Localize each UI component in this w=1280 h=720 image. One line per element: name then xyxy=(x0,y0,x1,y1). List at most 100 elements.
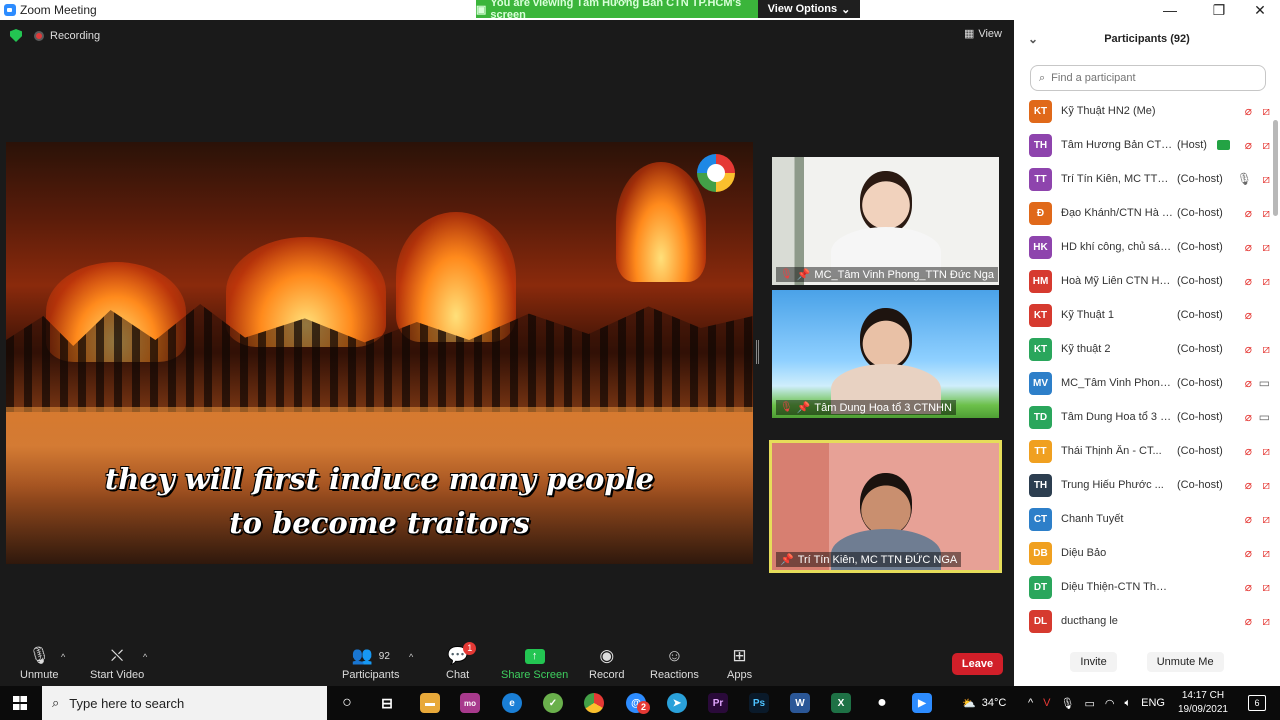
mic-muted-icon[interactable]: ⌀ xyxy=(1245,342,1252,356)
video-off-icon[interactable]: ⧄ xyxy=(1262,206,1270,221)
photoshop-icon[interactable]: Ps xyxy=(749,693,769,713)
participant-row[interactable]: KT Kỹ thuật 2 (Co-host) ⌀ ⧄ xyxy=(1014,332,1270,366)
view-options-button[interactable]: View Options ⌄ xyxy=(758,0,860,18)
participant-row[interactable]: DT Diệu Thiện-CTN Thanh Hoá ⌀ ⧄ xyxy=(1014,570,1270,604)
participant-search[interactable]: ⌕ xyxy=(1030,65,1266,91)
mic-muted-icon[interactable]: ⌀ xyxy=(1245,410,1252,424)
video-off-icon[interactable]: ⧄ xyxy=(1262,444,1270,459)
maximize-button[interactable]: ❐ xyxy=(1199,0,1239,20)
video-on-icon[interactable]: ▭ xyxy=(1259,410,1270,424)
mic-muted-icon[interactable]: ⌀ xyxy=(1245,274,1252,288)
mic-muted-icon[interactable]: ⌀ xyxy=(1245,376,1252,390)
microphone-icon[interactable]: 🎙︎ xyxy=(1061,697,1075,710)
battery-icon[interactable]: ▭ xyxy=(1084,697,1094,710)
invite-button[interactable]: Invite xyxy=(1070,652,1117,672)
wifi-icon[interactable]: ◠ xyxy=(1105,697,1115,710)
unmute-button[interactable]: 🎙︎ Unmute xyxy=(20,646,59,681)
mic-muted-icon[interactable]: ⌀ xyxy=(1245,478,1252,492)
encryption-shield-icon[interactable] xyxy=(10,29,22,42)
participant-row[interactable]: Đ Đạo Khánh/CTN Hà Nội (Co-host) ⌀ ⧄ xyxy=(1014,196,1270,230)
video-off-icon[interactable]: ⧄ xyxy=(1262,478,1270,493)
video-off-icon[interactable]: ⧄ xyxy=(1262,580,1270,595)
chat-button[interactable]: 💬 1 Chat xyxy=(446,642,477,681)
clock[interactable]: 14:17 CH 19/09/2021 xyxy=(1178,689,1228,717)
mic-muted-icon[interactable]: ⌀ xyxy=(1245,546,1252,560)
search-input[interactable] xyxy=(1051,72,1252,84)
video-off-icon[interactable]: ⧄ xyxy=(1262,342,1270,357)
participants-options-caret[interactable]: ^ xyxy=(409,652,413,662)
participant-row[interactable]: TT Trí Tín Kiên, MC TTN Đ... (Co-host) 🎙︎ ⧄ xyxy=(1014,162,1270,196)
notification-center-icon[interactable]: 6 xyxy=(1248,695,1266,711)
chrome-icon[interactable] xyxy=(584,693,604,713)
chevron-down-icon[interactable]: ⌄ xyxy=(1028,32,1038,46)
participant-row[interactable]: CT Chanh Tuyết ⌀ ⧄ xyxy=(1014,502,1270,536)
video-off-icon[interactable]: ⧄ xyxy=(1262,614,1270,629)
mic-muted-icon[interactable]: ⌀ xyxy=(1245,138,1252,152)
taskbar-search[interactable]: ⌕ Type here to search xyxy=(42,686,327,720)
video-tile[interactable]: 🎙 📌 MC_Tâm Vinh Phong_TTN Đức Nga xyxy=(772,157,999,285)
participant-row[interactable]: HK HD khí công, chủ sám t... (Co-host) ⌀ ⧄ xyxy=(1014,230,1270,264)
zoom-taskbar-icon[interactable]: ▶ xyxy=(912,693,932,713)
start-video-button[interactable]: ⛌ Start Video xyxy=(90,646,144,681)
windows-start-icon[interactable] xyxy=(13,696,27,710)
video-off-icon[interactable]: ⧄ xyxy=(1262,172,1270,187)
close-button[interactable]: ✕ xyxy=(1240,0,1280,20)
participant-row[interactable]: TT Thái Thịnh Ấn - CT... (Co-host) ⌀ ⧄ xyxy=(1014,434,1270,468)
participant-row[interactable]: HM Hoà Mỹ Liên CTN Hà Nội (Co-host) ⌀ ⧄ xyxy=(1014,264,1270,298)
reactions-button[interactable]: ☺ Reactions xyxy=(650,646,699,681)
video-off-icon[interactable]: ⧄ xyxy=(1262,138,1270,153)
mic-muted-icon[interactable]: ⌀ xyxy=(1245,104,1252,118)
minimize-button[interactable]: — xyxy=(1150,0,1190,20)
video-off-icon[interactable]: ⧄ xyxy=(1262,546,1270,561)
participants-button[interactable]: 👥 92 Participants xyxy=(342,646,399,681)
participant-row[interactable]: DB Diệu Bảo ⌀ ⧄ xyxy=(1014,536,1270,570)
unmute-me-button[interactable]: Unmute Me xyxy=(1146,652,1224,672)
mic-muted-icon[interactable]: ⌀ xyxy=(1245,580,1252,594)
scrollbar[interactable] xyxy=(1273,120,1278,216)
view-button[interactable]: ▦ View xyxy=(964,27,1002,41)
participant-row[interactable]: DL ducthang le ⌀ ⧄ xyxy=(1014,604,1270,638)
video-off-icon[interactable]: ⧄ xyxy=(1262,104,1270,119)
file-explorer-icon[interactable]: ▬ xyxy=(420,693,440,713)
chevron-up-icon[interactable]: ^ xyxy=(1028,697,1033,709)
volume-icon[interactable]: 🔈︎ xyxy=(1125,697,1132,710)
widgets-icon[interactable]: ⊟ xyxy=(377,693,397,713)
participant-row[interactable]: KT Kỹ Thuật 1 (Co-host) ⌀ xyxy=(1014,298,1270,332)
video-off-icon[interactable]: ⧄ xyxy=(1262,274,1270,289)
app-icon[interactable]: ✓ xyxy=(543,693,563,713)
audio-options-caret[interactable]: ^ xyxy=(61,652,65,662)
video-off-icon[interactable]: ⧄ xyxy=(1262,240,1270,255)
participant-row[interactable]: TD Tâm Dung Hoa tổ 3 CT... (Co-host) ⌀ ▭ xyxy=(1014,400,1270,434)
mic-muted-icon[interactable]: ⌀ xyxy=(1245,308,1252,322)
excel-icon[interactable]: X xyxy=(831,693,851,713)
language-indicator[interactable]: ENG xyxy=(1141,697,1165,709)
telegram-icon[interactable]: ➤ xyxy=(667,693,687,713)
mail-icon[interactable]: @2 xyxy=(626,693,650,714)
participant-row[interactable]: KT Kỹ Thuật HN2 (Me) ⌀ ⧄ xyxy=(1014,94,1270,128)
video-tile[interactable]: 🎙 📌 Tâm Dung Hoa tổ 3 CTNHN xyxy=(772,290,999,418)
participant-row[interactable]: TH Tâm Hương Bản CTN T... (Host) ⌀ ⧄ xyxy=(1014,128,1270,162)
antivirus-icon[interactable]: V xyxy=(1043,697,1050,709)
word-icon[interactable]: W xyxy=(790,693,810,713)
active-speaker-tile[interactable]: 📌 Trí Tín Kiên, MC TTN ĐỨC NGA xyxy=(769,440,1002,573)
premiere-icon[interactable]: Pr xyxy=(708,693,728,713)
momo-icon[interactable]: mo xyxy=(460,693,480,713)
leave-button[interactable]: Leave xyxy=(952,653,1003,675)
participant-row[interactable]: TH Trung Hiếu Phước ... (Co-host) ⌀ ⧄ xyxy=(1014,468,1270,502)
weather-widget[interactable]: ⛅ 34°C xyxy=(962,686,1006,720)
mic-muted-icon[interactable]: ⌀ xyxy=(1245,444,1252,458)
video-off-icon[interactable]: ⧄ xyxy=(1262,512,1270,527)
mic-muted-icon[interactable]: ⌀ xyxy=(1245,614,1252,628)
record-button[interactable]: ◉ Record xyxy=(589,646,624,681)
mic-on-icon[interactable]: 🎙︎ xyxy=(1237,172,1252,186)
participant-row[interactable]: MV MC_Tâm Vinh Phong_T... (Co-host) ⌀ ▭ xyxy=(1014,366,1270,400)
split-handle[interactable] xyxy=(756,340,759,364)
edge-icon[interactable]: e xyxy=(502,693,522,713)
video-options-caret[interactable]: ^ xyxy=(143,652,147,662)
mic-muted-icon[interactable]: ⌀ xyxy=(1245,240,1252,254)
video-on-icon[interactable]: ▭ xyxy=(1259,376,1270,390)
share-screen-button[interactable]: ↑ Share Screen xyxy=(501,646,568,681)
mic-muted-icon[interactable]: ⌀ xyxy=(1245,206,1252,220)
mic-muted-icon[interactable]: ⌀ xyxy=(1245,512,1252,526)
apps-button[interactable]: ⊞ Apps xyxy=(727,646,752,681)
